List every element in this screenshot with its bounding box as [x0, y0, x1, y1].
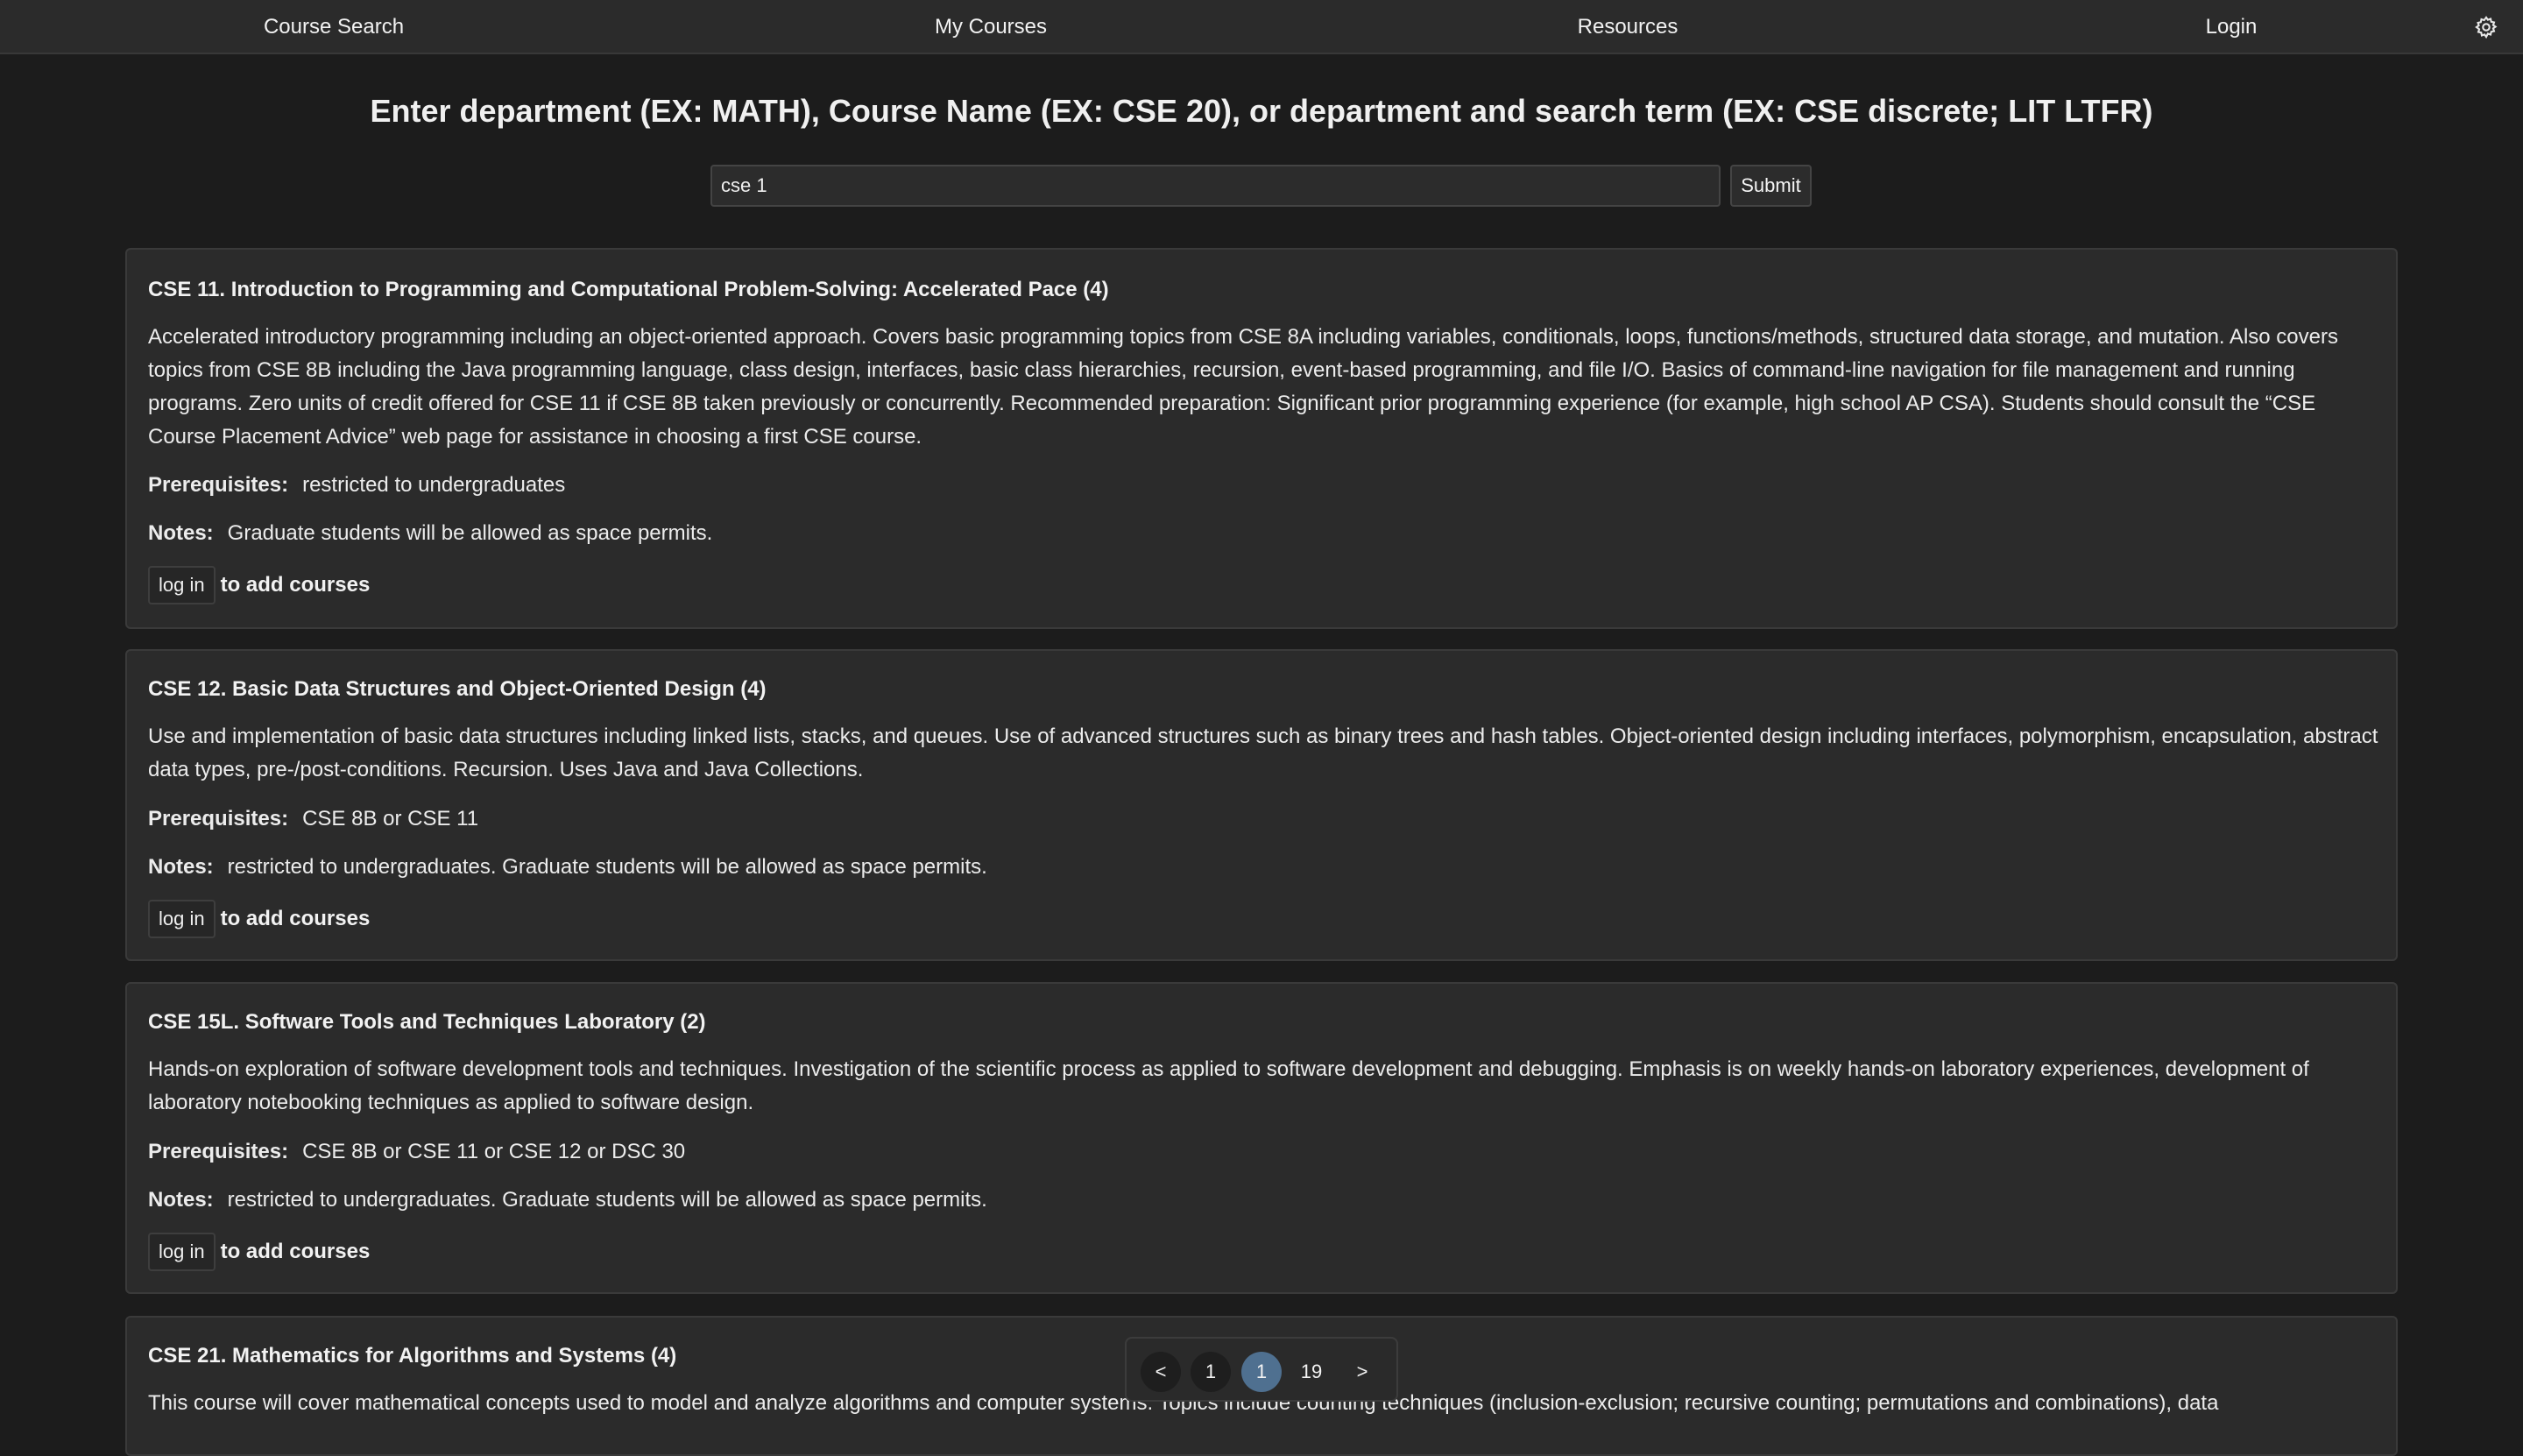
prerequisites-value: CSE 8B or CSE 11 — [302, 807, 479, 830]
last-page-button[interactable]: 19 — [1291, 1352, 1332, 1392]
first-page-button[interactable]: 1 — [1191, 1352, 1231, 1392]
course-search-input[interactable] — [710, 165, 1721, 207]
prerequisites-label: Prerequisites: — [148, 1140, 289, 1163]
pagination: < 1 1 19 > — [1125, 1337, 1398, 1402]
login-suffix-text: to add courses — [220, 1240, 371, 1263]
course-title: CSE 12. Basic Data Structures and Object… — [148, 677, 767, 701]
current-page-button[interactable]: 1 — [1241, 1352, 1282, 1392]
top-navigation-bar: Course Search My Courses Resources Login — [0, 0, 2523, 54]
prerequisites-label: Prerequisites: — [148, 473, 289, 497]
search-instructions-heading: Enter department (EX: MATH), Course Name… — [370, 93, 2153, 129]
course-prerequisites: Prerequisites: restricted to undergraduat… — [148, 473, 565, 498]
notes-label: Notes: — [148, 521, 214, 545]
course-card: CSE 12. Basic Data Structures and Object… — [125, 649, 2398, 961]
nav-course-search[interactable]: Course Search — [264, 0, 404, 54]
previous-page-button[interactable]: < — [1141, 1352, 1181, 1392]
log-in-button[interactable]: log in — [148, 1233, 216, 1271]
course-description: Use and implementation of basic data str… — [148, 724, 2378, 781]
next-page-button[interactable]: > — [1342, 1352, 1382, 1392]
notes-label: Notes: — [148, 855, 214, 879]
login-to-add-row: log in to add courses — [148, 566, 370, 604]
login-to-add-row: log in to add courses — [148, 1233, 370, 1271]
course-title: CSE 11. Introduction to Programming and … — [148, 278, 1109, 301]
course-prerequisites: Prerequisites: CSE 8B or CSE 11 or CSE 12… — [148, 1140, 685, 1164]
course-notes: Notes: restricted to undergraduates. Grad… — [148, 855, 987, 880]
submit-button[interactable]: Submit — [1730, 165, 1812, 207]
course-title: CSE 15L. Software Tools and Techniques L… — [148, 1010, 706, 1034]
course-card: CSE 15L. Software Tools and Techniques L… — [125, 982, 2398, 1294]
prerequisites-value: restricted to undergraduates — [302, 473, 566, 497]
course-prerequisites: Prerequisites: CSE 8B or CSE 11 — [148, 807, 478, 831]
notes-value: restricted to undergraduates. Graduate s… — [227, 855, 987, 879]
log-in-button[interactable]: log in — [148, 566, 216, 604]
prerequisites-label: Prerequisites: — [148, 807, 289, 830]
course-notes: Notes: restricted to undergraduates. Grad… — [148, 1188, 987, 1212]
prerequisites-value: CSE 8B or CSE 11 or CSE 12 or DSC 30 — [302, 1140, 686, 1163]
login-to-add-row: log in to add courses — [148, 900, 370, 938]
course-card: CSE 11. Introduction to Programming and … — [125, 248, 2398, 629]
log-in-button[interactable]: log in — [148, 900, 216, 938]
course-description: Hands-on exploration of software develop… — [148, 1057, 2309, 1114]
notes-value: Graduate students will be allowed as spa… — [227, 521, 713, 545]
gear-icon[interactable] — [2474, 15, 2498, 39]
course-title: CSE 21. Mathematics for Algorithms and S… — [148, 1344, 677, 1368]
course-description: Accelerated introductory programming inc… — [148, 325, 2338, 449]
notes-label: Notes: — [148, 1188, 214, 1212]
login-suffix-text: to add courses — [220, 907, 371, 930]
login-suffix-text: to add courses — [220, 573, 371, 597]
course-notes: Notes: Graduate students will be allowed … — [148, 521, 712, 546]
nav-resources[interactable]: Resources — [1578, 0, 1678, 54]
nav-login[interactable]: Login — [2206, 0, 2258, 54]
nav-my-courses[interactable]: My Courses — [935, 0, 1047, 54]
notes-value: restricted to undergraduates. Graduate s… — [227, 1188, 987, 1212]
